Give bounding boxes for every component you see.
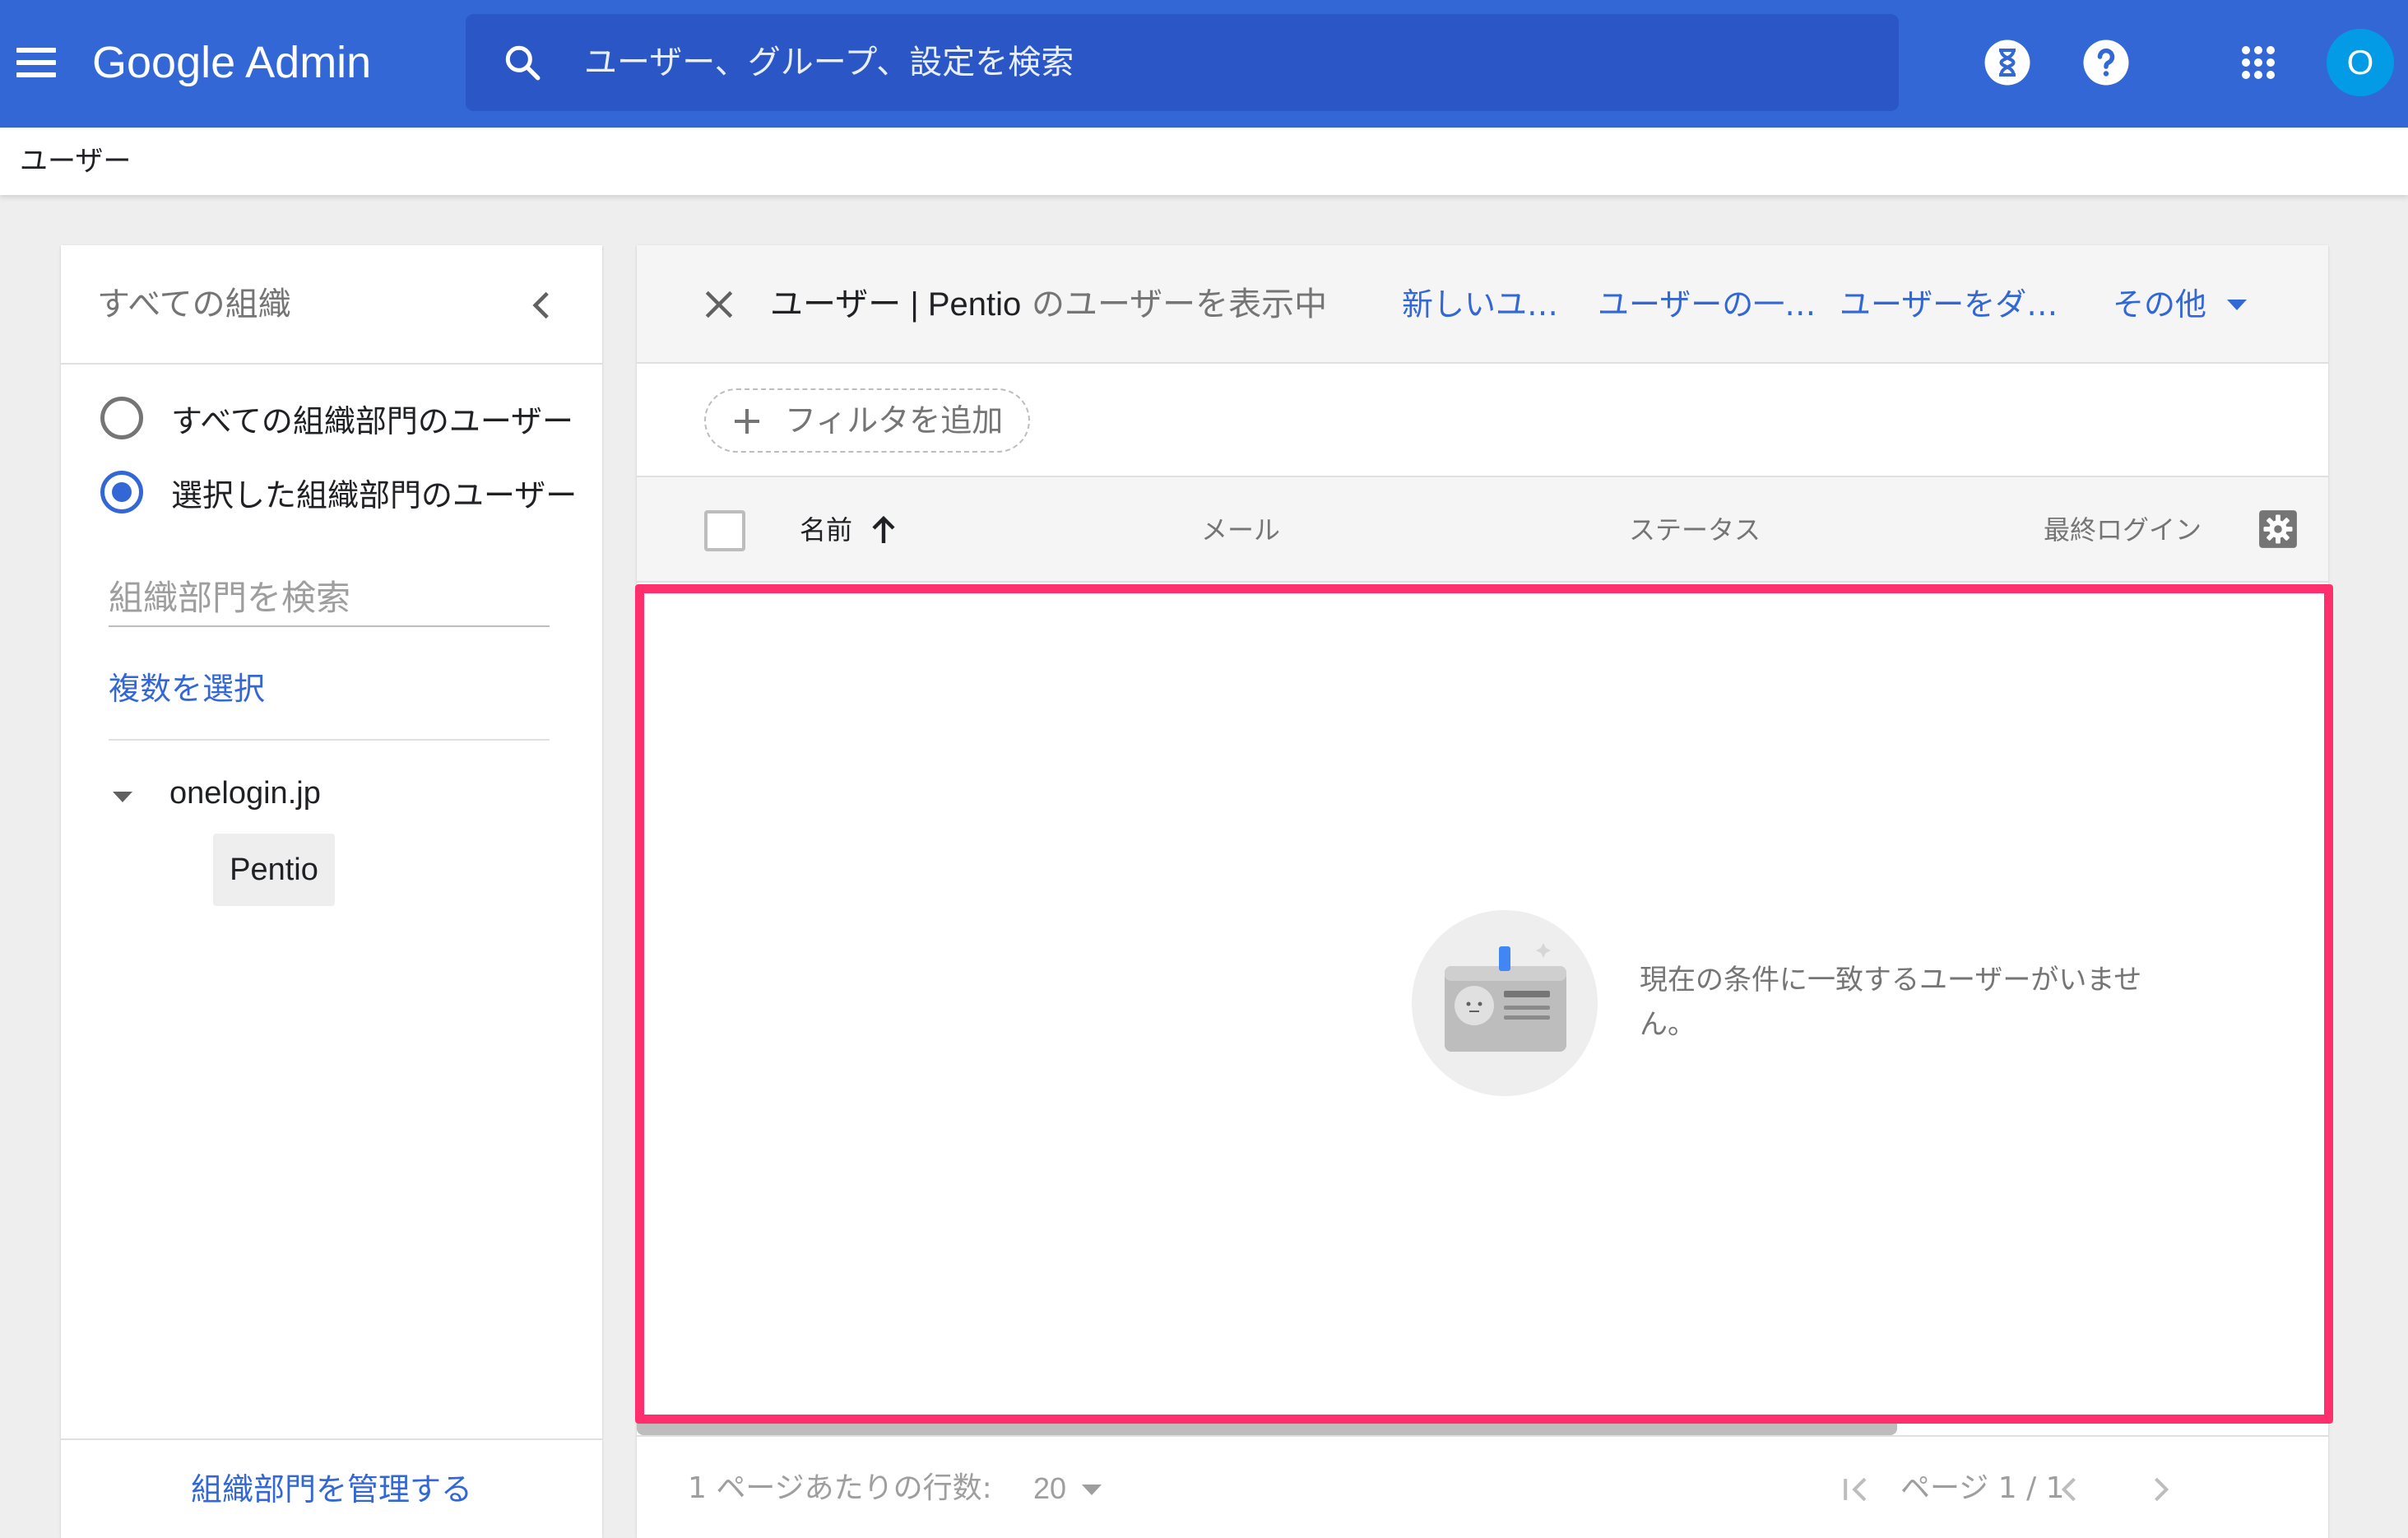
page-indicator: ページ 1 / 1 (1900, 1471, 2065, 1505)
arrow-up-icon[interactable] (869, 513, 898, 546)
org-search-placeholder: 組織部門を検索 (109, 578, 351, 618)
more-button[interactable]: その他 (2113, 245, 2206, 364)
pagination-footer: 1 ページあたりの行数: 20 ページ 1 / 1 (637, 1435, 2328, 1538)
menu-icon[interactable] (16, 48, 56, 77)
horizontal-scrollbar[interactable] (637, 1422, 1897, 1435)
toolbar-title-suffix: のユーザーを表示中 (1021, 286, 1328, 323)
filter-bar: フィルタを追加 (637, 364, 2328, 477)
highlight-annotation (635, 584, 2333, 1424)
table-header: 名前 メール ステータス 最終ログイン (637, 477, 2328, 583)
chevron-right-icon[interactable] (2142, 1471, 2178, 1508)
add-filter-label: フィルタを追加 (785, 402, 1004, 439)
caret-down-icon[interactable] (1081, 1483, 1102, 1496)
chevron-left-icon[interactable] (2052, 1471, 2088, 1508)
close-icon[interactable] (701, 286, 737, 323)
search-bar[interactable]: ユーザー、グループ、設定を検索 (466, 14, 1899, 111)
column-header-status[interactable]: ステータス (1629, 477, 1761, 583)
apps-grid-icon[interactable] (2234, 38, 2283, 87)
help-icon[interactable] (2081, 38, 2131, 87)
select-all-checkbox[interactable] (704, 510, 745, 551)
sidebar-title: すべての組織 (97, 286, 291, 323)
hourglass-icon[interactable] (1983, 38, 2032, 87)
radio-button[interactable] (100, 397, 143, 439)
search-input[interactable]: ユーザー、グループ、設定を検索 (584, 14, 1074, 111)
breadcrumb-bar: ユーザー (0, 128, 2408, 195)
toolbar-title: ユーザー | Pentio のユーザーを表示中 (770, 245, 1327, 364)
toolbar-title-org: ユーザー | Pentio (770, 286, 1022, 323)
manage-org-units-link[interactable]: 組織部門を管理する (191, 1440, 472, 1538)
multi-select-link[interactable]: 複数を選択 (109, 663, 265, 709)
sidebar-header: すべての組織 (61, 245, 602, 365)
org-tree-root[interactable]: onelogin.jp (169, 776, 321, 811)
org-search-input[interactable]: 組織部門を検索 (109, 573, 550, 627)
add-new-user-button[interactable]: 新しいユ… (1402, 245, 1558, 364)
first-page-icon[interactable] (1838, 1471, 1874, 1508)
app-brand[interactable]: Google Admin (92, 33, 371, 92)
rows-per-page-label: 1 ページあたりの行数: (688, 1471, 992, 1505)
search-icon[interactable] (502, 42, 543, 83)
radio-all-orgs[interactable]: すべての組織部門のユーザー (100, 393, 573, 443)
column-header-name[interactable]: 名前 (800, 477, 852, 583)
caret-down-icon[interactable] (110, 788, 135, 805)
chevron-left-icon[interactable] (522, 285, 563, 326)
plus-icon (735, 409, 759, 434)
column-header-last-login[interactable]: 最終ログイン (2044, 477, 2202, 583)
gear-icon[interactable] (2257, 509, 2299, 550)
column-header-email[interactable]: メール (1201, 477, 1280, 583)
users-toolbar: ユーザー | Pentio のユーザーを表示中 新しいユ… ユーザーの一… ユー… (637, 245, 2328, 364)
page-title: ユーザー (20, 145, 132, 178)
org-sidebar: すべての組織 すべての組織部門のユーザー 選択した組織部門のユーザー 組織部門を… (61, 245, 602, 1538)
radio-button-checked[interactable] (100, 471, 143, 513)
divider (109, 739, 550, 741)
caret-down-icon[interactable] (2226, 298, 2248, 311)
add-filter-button[interactable]: フィルタを追加 (704, 388, 1030, 453)
app-bar: Google Admin ユーザー、グループ、設定を検索 O (0, 0, 2408, 128)
org-tree-item-pentio[interactable]: Pentio (213, 834, 335, 906)
rows-per-page-select[interactable]: 20 (1033, 1437, 1066, 1538)
bulk-update-users-button[interactable]: ユーザーの一… (1598, 245, 1816, 364)
avatar[interactable]: O (2327, 29, 2394, 96)
download-users-button[interactable]: ユーザーをダ… (1840, 245, 2058, 364)
sidebar-footer: 組織部門を管理する (61, 1438, 602, 1538)
radio-label: 選択した組織部門のユーザー (171, 476, 578, 513)
radio-label: すべての組織部門のユーザー (171, 402, 574, 439)
radio-selected-orgs[interactable]: 選択した組織部門のユーザー (100, 467, 577, 517)
